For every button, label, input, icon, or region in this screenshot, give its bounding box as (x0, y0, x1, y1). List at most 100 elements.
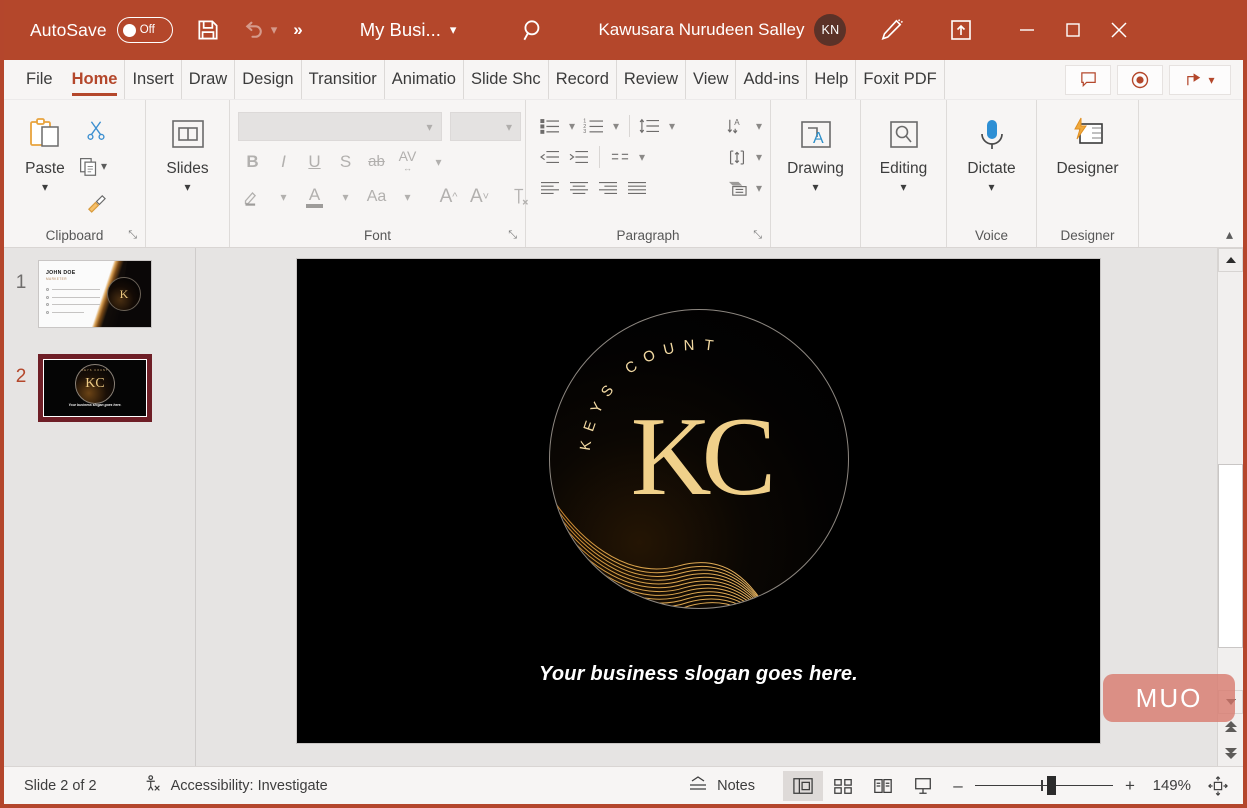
tab-record[interactable]: Record (549, 60, 617, 99)
slide-canvas-area[interactable]: KEYS COUNT KC Your business slogan goes … (196, 248, 1217, 766)
columns-button[interactable] (606, 143, 634, 171)
clipboard-dialog-launcher-icon[interactable]: ⤡ (128, 229, 137, 242)
numbering-button[interactable]: 1 2 3 (580, 112, 608, 140)
tab-add-ins[interactable]: Add-ins (736, 60, 808, 99)
tab-help[interactable]: Help (807, 60, 857, 99)
font-size-input[interactable]: ▾ (449, 112, 521, 141)
autosave-toggle[interactable]: AutoSave Off (30, 17, 173, 43)
align-right-button[interactable] (594, 174, 622, 202)
copy-chevron-down-icon[interactable]: ▾ (101, 159, 107, 173)
character-spacing-button[interactable]: AV ↔ (393, 147, 422, 176)
zoom-slider-thumb[interactable] (1046, 776, 1056, 795)
zoom-in-button[interactable]: + (1123, 776, 1137, 796)
slide-counter[interactable]: Slide 2 of 2 (14, 767, 107, 804)
line-spacing-button[interactable] (636, 112, 664, 140)
change-case-button[interactable]: Aa (362, 182, 391, 211)
tab-animations[interactable]: Animatio (385, 60, 464, 99)
slides-button[interactable]: Slides ▾ (154, 108, 221, 193)
paste-chevron-down-icon[interactable]: ▾ (42, 181, 48, 193)
highlight-chevron-down-icon[interactable]: ▾ (269, 182, 298, 211)
tab-review[interactable]: Review (617, 60, 686, 99)
font-size-chevron-down-icon[interactable]: ▾ (498, 120, 520, 134)
tab-draw[interactable]: Draw (182, 60, 236, 99)
align-text-chevron-down-icon[interactable]: ▾ (752, 150, 766, 164)
justify-button[interactable] (623, 174, 651, 202)
designer-button[interactable]: Designer (1045, 108, 1130, 178)
align-center-button[interactable] (565, 174, 593, 202)
pen-highlighter-icon[interactable] (876, 15, 906, 45)
slide-thumbnail-1[interactable]: JOHN DOE MARKETER (38, 260, 152, 328)
scrollbar-thumb[interactable] (1218, 464, 1243, 649)
columns-chevron-down-icon[interactable]: ▾ (635, 150, 649, 164)
text-highlight-color-button[interactable] (238, 182, 267, 211)
format-painter-button[interactable] (78, 186, 114, 218)
slides-chevron-down-icon[interactable]: ▾ (184, 181, 190, 193)
line-spacing-chevron-down-icon[interactable]: ▾ (665, 119, 679, 133)
tab-design[interactable]: Design (235, 60, 302, 99)
dictate-button[interactable]: Dictate ▾ (955, 108, 1028, 193)
scroll-up-arrow-icon[interactable] (1218, 248, 1243, 272)
dictate-chevron-down-icon[interactable]: ▾ (988, 181, 994, 193)
maximize-button[interactable] (1050, 1, 1096, 59)
text-direction-button[interactable]: A (723, 112, 751, 140)
font-name-chevron-down-icon[interactable]: ▾ (419, 120, 441, 134)
share-button[interactable]: ▾ (1169, 64, 1231, 95)
align-left-button[interactable] (536, 174, 564, 202)
share-chevron-down-icon[interactable]: ▾ (1208, 73, 1214, 87)
thumbnail-row-1[interactable]: 1 JOHN DOE MARKETER (4, 254, 195, 328)
close-button[interactable] (1096, 1, 1142, 59)
italic-button[interactable]: I (269, 147, 298, 176)
editing-chevron-down-icon[interactable]: ▾ (900, 181, 906, 193)
align-text-button[interactable] (723, 143, 751, 171)
text-shadow-button[interactable]: S (331, 147, 360, 176)
slide-sorter-button[interactable] (823, 771, 863, 801)
font-color-chevron-down-icon[interactable]: ▾ (331, 182, 360, 211)
increase-indent-button[interactable] (565, 143, 593, 171)
tab-home[interactable]: Home (65, 60, 126, 99)
slide-canvas[interactable]: KEYS COUNT KC Your business slogan goes … (297, 259, 1100, 743)
drawing-chevron-down-icon[interactable]: ▾ (812, 181, 818, 193)
quick-access-more-icon[interactable]: » (293, 20, 303, 40)
collapse-ribbon-chevron-icon[interactable]: ▴ (1226, 226, 1233, 243)
fit-slide-to-window-icon[interactable] (1201, 775, 1235, 796)
share-upload-icon[interactable] (948, 17, 974, 43)
increase-font-size-button[interactable]: A ^ (434, 182, 463, 211)
slide-show-button[interactable] (903, 771, 943, 801)
strikethrough-button[interactable]: ab (362, 147, 391, 176)
drawing-button[interactable]: A Drawing ▾ (779, 108, 852, 193)
bullets-button[interactable] (536, 112, 564, 140)
font-name-input[interactable]: ▾ (238, 112, 442, 141)
reading-view-button[interactable] (863, 771, 903, 801)
scrollbar-track[interactable] (1218, 272, 1243, 690)
undo-icon[interactable] (239, 15, 269, 45)
decrease-indent-button[interactable] (536, 143, 564, 171)
underline-button[interactable]: U (300, 147, 329, 176)
record-button[interactable] (1117, 64, 1163, 95)
bullets-chevron-down-icon[interactable]: ▾ (565, 119, 579, 133)
normal-view-button[interactable] (783, 770, 823, 801)
zoom-control[interactable]: – + 149% (943, 776, 1243, 796)
tab-transitions[interactable]: Transitior (302, 60, 385, 99)
notes-button[interactable]: Notes (677, 767, 765, 804)
search-icon[interactable] (518, 15, 548, 45)
font-color-button[interactable]: A (300, 182, 329, 211)
next-slide-double-arrow-icon[interactable] (1218, 740, 1243, 766)
comments-button[interactable] (1065, 64, 1111, 95)
autosave-switch[interactable]: Off (116, 17, 173, 43)
accessibility-status[interactable]: Accessibility: Investigate (133, 767, 338, 804)
tab-file[interactable]: File (4, 60, 65, 99)
paragraph-dialog-launcher-icon[interactable]: ⤡ (753, 229, 762, 242)
tab-insert[interactable]: Insert (125, 60, 182, 99)
user-name[interactable]: Kawusara Nurudeen Salley (598, 20, 804, 40)
editing-button[interactable]: Editing ▾ (869, 108, 938, 193)
text-direction-chevron-down-icon[interactable]: ▾ (752, 119, 766, 133)
save-icon[interactable] (191, 13, 225, 47)
slide-thumbnail-2[interactable]: KEYS COUNT KC Your business slogan goes … (38, 354, 152, 422)
paste-button[interactable]: Paste ▾ (12, 108, 78, 193)
numbering-chevron-down-icon[interactable]: ▾ (609, 119, 623, 133)
document-title[interactable]: My Busi... ▾ (360, 19, 457, 41)
tab-slide-show[interactable]: Slide Shc (464, 60, 549, 99)
minimize-button[interactable] (1004, 1, 1050, 59)
tab-view[interactable]: View (686, 60, 737, 99)
bold-button[interactable]: B (238, 147, 267, 176)
